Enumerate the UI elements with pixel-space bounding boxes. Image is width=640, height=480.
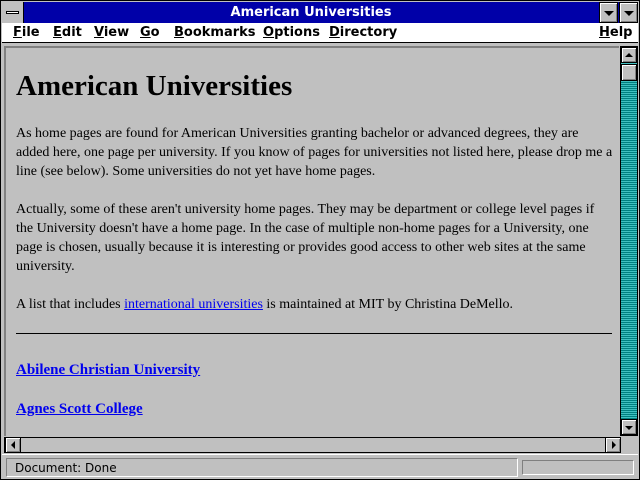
menu-directory-label: irectory (339, 25, 398, 40)
system-menu-icon (6, 11, 19, 14)
scroll-thumb[interactable] (621, 64, 637, 81)
menu-go-label: o (150, 25, 160, 40)
menu-edit-label: dit (61, 25, 82, 40)
menu-options[interactable]: Options (257, 23, 326, 42)
menu-bookmarks-label: ookmarks (183, 25, 256, 40)
title-bar[interactable]: American Universities (2, 2, 638, 23)
menu-bookmarks-mnemonic: B (174, 25, 184, 40)
scroll-down-button[interactable] (621, 419, 637, 435)
menu-view-label: iew (103, 25, 130, 40)
menu-directory[interactable]: Directory (323, 23, 403, 42)
arrow-right-icon (612, 441, 616, 449)
menu-help[interactable]: Help (593, 23, 638, 42)
arrow-up-icon (625, 53, 633, 57)
minimize-icon (604, 11, 614, 16)
menu-go-mnemonic: G (140, 25, 151, 40)
status-text: Document: Done (6, 458, 518, 477)
university-link-agnes-scott[interactable]: Agnes Scott College (16, 401, 143, 417)
arrow-left-icon (11, 441, 15, 449)
menu-edit[interactable]: Edit (47, 23, 88, 42)
menu-view-mnemonic: V (94, 25, 104, 40)
page-heading: American Universities (16, 70, 293, 102)
minimize-button[interactable] (599, 2, 618, 23)
menu-file[interactable]: File (7, 23, 46, 42)
international-text-after: is maintained at MIT by Christina DeMell… (262, 297, 514, 312)
menu-bookmarks[interactable]: Bookmarks (168, 23, 262, 42)
menu-file-label: ile (21, 25, 40, 40)
status-bar: Document: Done (2, 454, 638, 479)
menu-go[interactable]: Go (134, 23, 166, 42)
note-paragraph: Actually, some of these aren't universit… (16, 202, 595, 274)
progress-indicator (522, 460, 634, 475)
horizontal-scrollbar[interactable] (4, 437, 621, 453)
menu-bar: File Edit View Go Bookmarks Options Dire… (2, 23, 638, 43)
maximize-button[interactable] (619, 2, 638, 23)
maximize-icon (624, 11, 634, 16)
menu-help-label: elp (609, 25, 633, 40)
scroll-left-button[interactable] (5, 437, 21, 453)
international-text-before: A list that includes (16, 297, 125, 312)
international-paragraph: A list that includes international unive… (16, 295, 614, 314)
document-view[interactable]: American Universities As home pages are … (4, 46, 619, 436)
page-body: American Universities As home pages are … (16, 70, 614, 436)
menu-file-mnemonic: F (13, 25, 22, 40)
browser-window: American Universities File Edit View Go … (0, 0, 640, 480)
menu-options-mnemonic: O (263, 25, 275, 40)
vertical-scrollbar[interactable] (620, 46, 638, 436)
menu-edit-mnemonic: E (53, 25, 62, 40)
window-title: American Universities (230, 5, 392, 20)
arrow-down-icon (625, 426, 633, 430)
scroll-up-button[interactable] (621, 47, 637, 63)
intro-paragraph: As home pages are found for American Uni… (16, 126, 613, 179)
menu-directory-mnemonic: D (329, 25, 340, 40)
system-menu-button[interactable] (2, 2, 24, 23)
menu-help-mnemonic: H (599, 25, 610, 40)
menu-options-label: ptions (274, 25, 320, 40)
list-item: Agnes Scott College (16, 400, 614, 419)
menu-view[interactable]: View (88, 23, 135, 42)
divider (16, 333, 612, 334)
scroll-right-button[interactable] (605, 437, 621, 453)
list-item: Abilene Christian University (16, 361, 614, 380)
international-universities-link[interactable]: international universities (124, 297, 263, 312)
university-link-abilene-christian[interactable]: Abilene Christian University (16, 362, 200, 378)
